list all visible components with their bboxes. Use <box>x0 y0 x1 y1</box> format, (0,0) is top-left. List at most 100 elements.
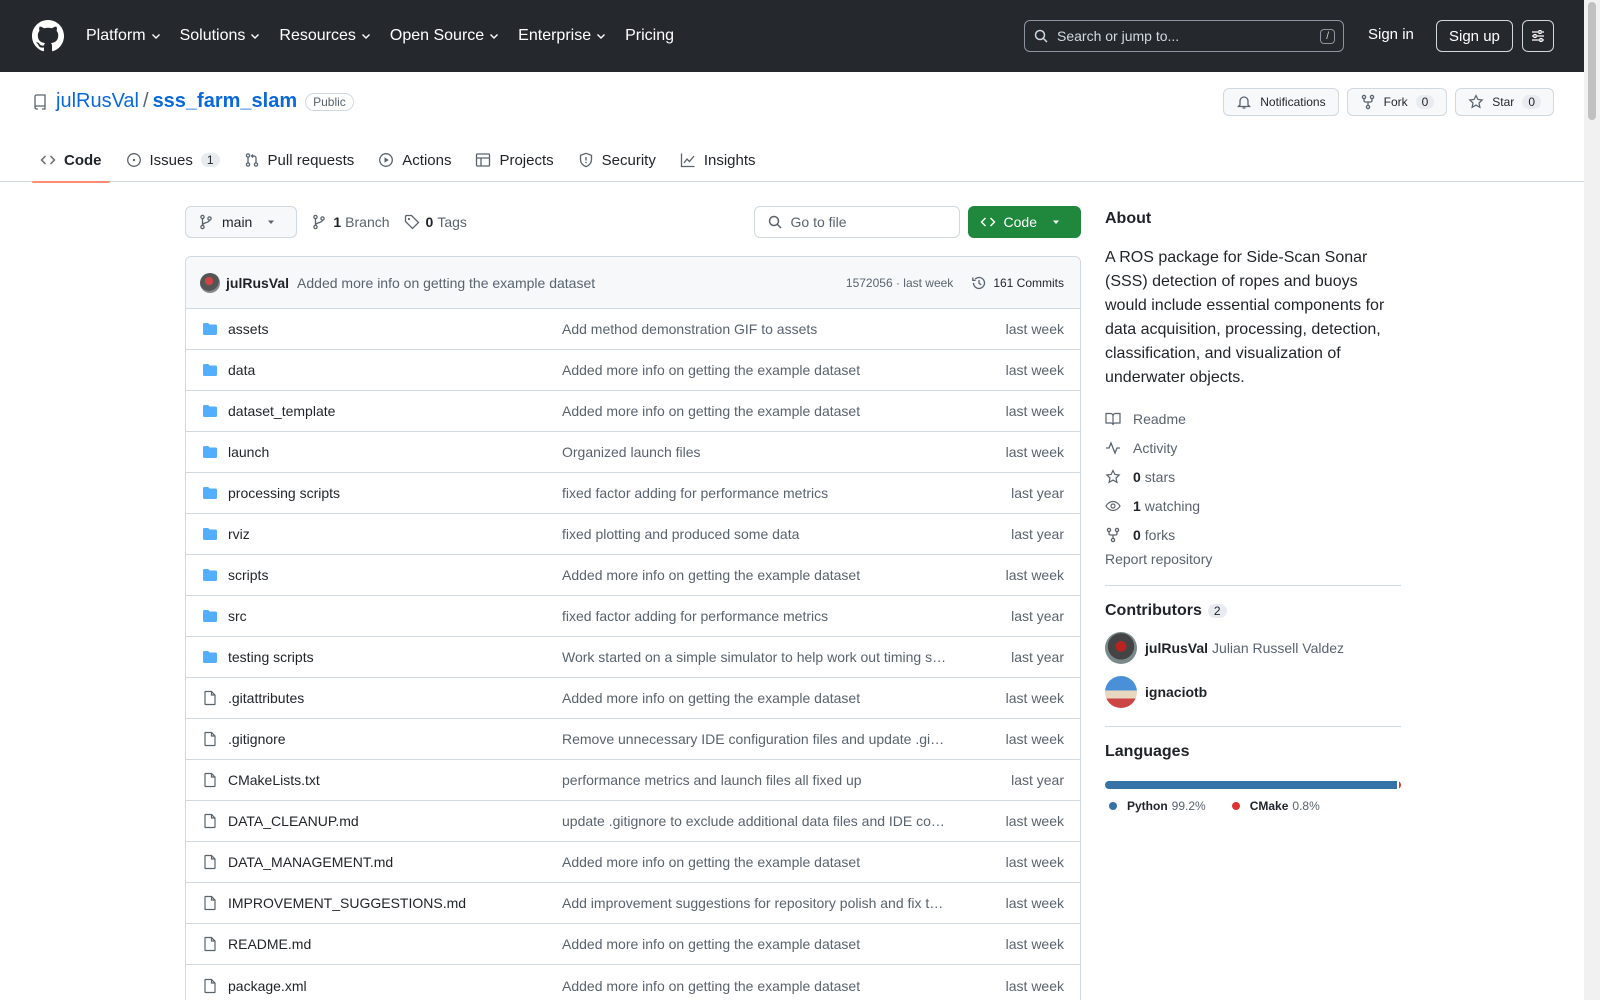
file-name-link[interactable]: src <box>228 608 562 624</box>
table-row[interactable]: .gitignore Remove unnecessary IDE configu… <box>186 719 1080 760</box>
file-commit-message-link[interactable]: Added more info on getting the example d… <box>562 403 952 419</box>
language-item[interactable]: Python 99.2% <box>1109 799 1206 813</box>
file-name-link[interactable]: rviz <box>228 526 562 542</box>
nav-pricing[interactable]: Pricing <box>625 27 674 45</box>
table-row[interactable]: IMPROVEMENT_SUGGESTIONS.md Add improvemen… <box>186 883 1080 924</box>
file-commit-message-link[interactable]: Added more info on getting the example d… <box>562 690 952 706</box>
file-name-link[interactable]: package.xml <box>228 978 562 994</box>
contributors-title-link[interactable]: Contributors <box>1105 602 1202 620</box>
tab-projects[interactable]: Projects <box>467 138 561 182</box>
table-row[interactable]: rviz fixed plotting and produced some dat… <box>186 514 1080 555</box>
watchers-link[interactable]: 1 watching <box>1105 491 1401 520</box>
nav-open-source[interactable]: Open Source <box>390 27 500 45</box>
file-name-link[interactable]: DATA_CLEANUP.md <box>228 813 562 829</box>
table-row[interactable]: launch Organized launch files last week <box>186 432 1080 473</box>
repo-name-link[interactable]: sss_farm_slam <box>153 90 298 113</box>
nav-resources[interactable]: Resources <box>279 27 371 45</box>
table-row[interactable]: dataset_template Added more info on getti… <box>186 391 1080 432</box>
file-commit-message-link[interactable]: Organized launch files <box>562 444 952 460</box>
file-commit-message-link[interactable]: fixed factor adding for performance metr… <box>562 608 952 624</box>
file-name-link[interactable]: CMakeLists.txt <box>228 772 562 788</box>
tags-link[interactable]: 0 Tags <box>404 214 467 230</box>
scrollbar-thumb[interactable] <box>1588 2 1596 120</box>
table-row[interactable]: data Added more info on getting the examp… <box>186 350 1080 391</box>
table-row[interactable]: processing scripts fixed factor adding fo… <box>186 473 1080 514</box>
file-commit-message-link[interactable]: Remove unnecessary IDE configuration fil… <box>562 731 952 747</box>
table-row[interactable]: assets Add method demonstration GIF to as… <box>186 309 1080 350</box>
file-name-link[interactable]: dataset_template <box>228 403 562 419</box>
code-dropdown-button[interactable]: Code <box>967 206 1081 238</box>
tab-pull-requests[interactable]: Pull requests <box>236 138 363 182</box>
page-scrollbar[interactable] <box>1584 0 1600 1000</box>
nav-platform[interactable]: Platform <box>86 27 162 45</box>
file-commit-message-link[interactable]: Added more info on getting the example d… <box>562 362 952 378</box>
tab-issues[interactable]: Issues 1 <box>118 138 228 182</box>
forks-link[interactable]: 0 forks <box>1105 520 1401 549</box>
commit-hash-time[interactable]: 1572056 · last week <box>846 276 953 290</box>
tab-actions[interactable]: Actions <box>370 138 459 182</box>
contributor-item[interactable]: julRusVal Julian Russell Valdez <box>1105 632 1401 664</box>
branches-link[interactable]: 1 Branch <box>311 214 390 230</box>
stars-link[interactable]: 0 stars <box>1105 462 1401 491</box>
file-commit-message-link[interactable]: Added more info on getting the example d… <box>562 567 952 583</box>
nav-enterprise[interactable]: Enterprise <box>518 27 607 45</box>
table-row[interactable]: DATA_MANAGEMENT.md Added more info on get… <box>186 842 1080 883</box>
table-row[interactable]: DATA_CLEANUP.md update .gitignore to excl… <box>186 801 1080 842</box>
commit-author-link[interactable]: julRusVal <box>226 275 289 291</box>
sign-up-button[interactable]: Sign up <box>1436 20 1513 52</box>
file-commit-message-link[interactable]: Added more info on getting the example d… <box>562 936 952 952</box>
notifications-button[interactable]: Notifications <box>1223 88 1339 116</box>
file-commit-message-link[interactable]: Added more info on getting the example d… <box>562 978 952 994</box>
file-commit-message-link[interactable]: Add improvement suggestions for reposito… <box>562 895 952 911</box>
report-repository-link[interactable]: Report repository <box>1105 551 1401 567</box>
file-commit-message-link[interactable]: fixed plotting and produced some data <box>562 526 952 542</box>
file-commit-message-link[interactable]: update .gitignore to exclude additional … <box>562 813 952 829</box>
table-row[interactable]: .gitattributes Added more info on getting… <box>186 678 1080 719</box>
table-row[interactable]: testing scripts Work started on a simple … <box>186 637 1080 678</box>
star-button[interactable]: Star 0 <box>1455 88 1554 116</box>
table-row[interactable]: README.md Added more info on getting the … <box>186 924 1080 965</box>
branch-selector-button[interactable]: main <box>185 206 298 238</box>
file-name-link[interactable]: processing scripts <box>228 485 562 501</box>
file-name-link[interactable]: assets <box>228 321 562 337</box>
contributor-item[interactable]: ignaciotb <box>1105 676 1401 708</box>
tab-security[interactable]: Security <box>570 138 664 182</box>
language-item[interactable]: CMake 0.8% <box>1231 799 1320 813</box>
tab-code[interactable]: Code <box>32 138 110 183</box>
github-logo-icon[interactable] <box>32 20 64 52</box>
contributor-login[interactable]: ignaciotb <box>1145 684 1207 700</box>
file-name-link[interactable]: .gitattributes <box>228 690 562 706</box>
commit-message-link[interactable]: Added more info on getting the example d… <box>297 275 595 291</box>
file-name-link[interactable]: .gitignore <box>228 731 562 747</box>
nav-solutions[interactable]: Solutions <box>180 27 262 45</box>
go-to-file-input[interactable]: Go to file <box>753 206 960 238</box>
global-search-input[interactable]: Search or jump to... / <box>1024 20 1344 52</box>
readme-link[interactable]: Readme <box>1105 404 1401 433</box>
header-settings-button[interactable] <box>1522 20 1554 52</box>
table-row[interactable]: package.xml Added more info on getting th… <box>186 965 1080 1000</box>
file-name-link[interactable]: scripts <box>228 567 562 583</box>
file-name-link[interactable]: README.md <box>228 936 562 952</box>
tab-insights[interactable]: Insights <box>672 138 764 182</box>
fork-button[interactable]: Fork 0 <box>1346 88 1448 116</box>
file-commit-message-link[interactable]: Work started on a simple simulator to he… <box>562 649 952 665</box>
file-commit-message-link[interactable]: Added more info on getting the example d… <box>562 854 952 870</box>
table-row[interactable]: CMakeLists.txt performance metrics and la… <box>186 760 1080 801</box>
contributor-login[interactable]: julRusVal <box>1145 640 1208 656</box>
file-name-link[interactable]: launch <box>228 444 562 460</box>
activity-link[interactable]: Activity <box>1105 433 1401 462</box>
commits-history-link[interactable]: 161 Commits <box>971 275 1064 291</box>
file-commit-message-link[interactable]: performance metrics and launch files all… <box>562 772 952 788</box>
file-commit-message-link[interactable]: Add method demonstration GIF to assets <box>562 321 952 337</box>
file-name-link[interactable]: DATA_MANAGEMENT.md <box>228 854 562 870</box>
table-row[interactable]: scripts Added more info on getting the ex… <box>186 555 1080 596</box>
sign-in-link[interactable]: Sign in <box>1368 26 1414 43</box>
author-avatar[interactable] <box>200 272 220 293</box>
avatar[interactable] <box>1105 632 1137 664</box>
table-row[interactable]: src fixed factor adding for performance m… <box>186 596 1080 637</box>
repo-owner-link[interactable]: julRusVal <box>56 90 139 113</box>
avatar[interactable] <box>1105 676 1137 708</box>
file-name-link[interactable]: IMPROVEMENT_SUGGESTIONS.md <box>228 895 562 911</box>
file-commit-message-link[interactable]: fixed factor adding for performance metr… <box>562 485 952 501</box>
file-name-link[interactable]: data <box>228 362 562 378</box>
